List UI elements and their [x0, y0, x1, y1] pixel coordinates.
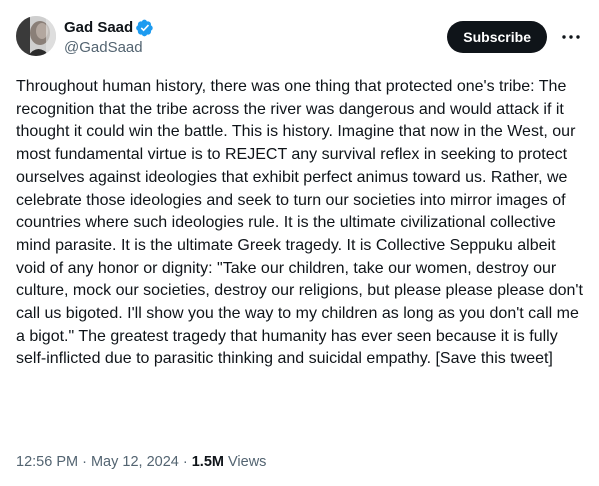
avatar-photo — [16, 16, 56, 56]
author-block: Gad Saad @GadSaad — [64, 18, 154, 58]
tweet-meta: 12:56 PM · May 12, 2024 · 1.5M Views — [16, 452, 266, 472]
subscribe-button[interactable]: Subscribe — [447, 21, 547, 53]
author-name[interactable]: Gad Saad — [64, 18, 133, 38]
author-handle[interactable]: @GadSaad — [64, 38, 154, 58]
tweet-text: Throughout human history, there was one … — [16, 78, 583, 368]
tweet-header: Gad Saad @GadSaad Subscribe — [16, 16, 583, 64]
meta-separator: · — [78, 454, 91, 470]
avatar[interactable] — [16, 16, 56, 56]
meta-separator: · — [178, 454, 192, 470]
tweet-date[interactable]: May 12, 2024 — [91, 454, 179, 470]
views-count: 1.5M — [191, 454, 224, 470]
tweet-time[interactable]: 12:56 PM — [16, 454, 78, 470]
views-label: Views — [223, 454, 267, 470]
verified-badge-icon[interactable] — [136, 19, 154, 37]
more-options-icon[interactable] — [559, 26, 583, 48]
